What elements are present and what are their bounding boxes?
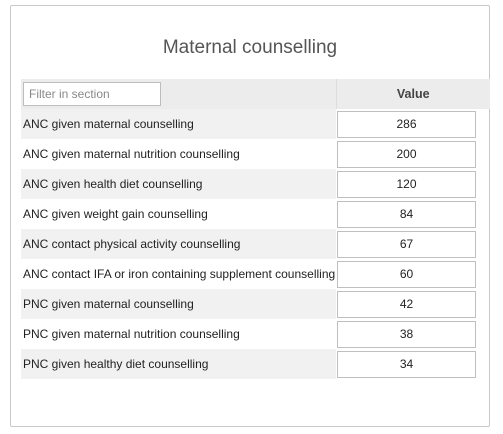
row-value-cell: 42 [336, 289, 490, 319]
row-value-cell: 67 [336, 229, 490, 259]
row-value-cell: 38 [336, 319, 490, 349]
table-row: ANC given maternal counselling 286 [21, 109, 490, 139]
table-row: ANC given weight gain counselling 84 [21, 199, 490, 229]
row-label: ANC contact physical activity counsellin… [21, 229, 336, 259]
table-row: ANC contact physical activity counsellin… [21, 229, 490, 259]
row-label: ANC given weight gain counselling [21, 199, 336, 229]
row-value-input[interactable]: 120 [337, 170, 476, 198]
row-label: ANC given maternal nutrition counselling [21, 139, 336, 169]
filter-in-section-input[interactable] [23, 82, 161, 106]
row-label: ANC given health diet counselling [21, 169, 336, 199]
row-value-input[interactable]: 67 [337, 230, 476, 258]
row-label: PNC given maternal counselling [21, 289, 336, 319]
table-row: PNC given healthy diet counselling 34 [21, 349, 490, 379]
row-label: ANC given maternal counselling [21, 109, 336, 139]
table-row: PNC given maternal nutrition counselling… [21, 319, 490, 349]
table-row: ANC given health diet counselling 120 [21, 169, 490, 199]
table-header-row: Value [21, 79, 490, 109]
row-value-cell: 200 [336, 139, 490, 169]
row-label: PNC given maternal nutrition counselling [21, 319, 336, 349]
value-column-header: Value [335, 79, 490, 109]
row-label: PNC given healthy diet counselling [21, 349, 336, 379]
row-value-input[interactable]: 84 [337, 200, 476, 228]
table-row: ANC contact IFA or iron containing suppl… [21, 259, 490, 289]
row-value-cell: 34 [336, 349, 490, 379]
row-value-input[interactable]: 286 [337, 110, 476, 138]
row-value-input[interactable]: 200 [337, 140, 476, 168]
section-card: Maternal counselling Value ANC given mat… [10, 5, 490, 427]
section-title: Maternal counselling [162, 37, 338, 58]
row-value-input[interactable]: 34 [337, 350, 476, 378]
row-value-cell: 60 [336, 259, 490, 289]
row-value-cell: 84 [336, 199, 490, 229]
row-value-input[interactable]: 38 [337, 320, 476, 348]
row-value-input[interactable]: 60 [337, 260, 476, 288]
filter-cell [21, 79, 336, 109]
data-entry-table: Value ANC given maternal counselling 286… [21, 79, 490, 379]
row-value-cell: 286 [336, 109, 490, 139]
row-label: ANC contact IFA or iron containing suppl… [21, 259, 336, 289]
row-value-cell: 120 [336, 169, 490, 199]
table-row: PNC given maternal counselling 42 [21, 289, 490, 319]
row-value-input[interactable]: 42 [337, 290, 476, 318]
table-row: ANC given maternal nutrition counselling… [21, 139, 490, 169]
